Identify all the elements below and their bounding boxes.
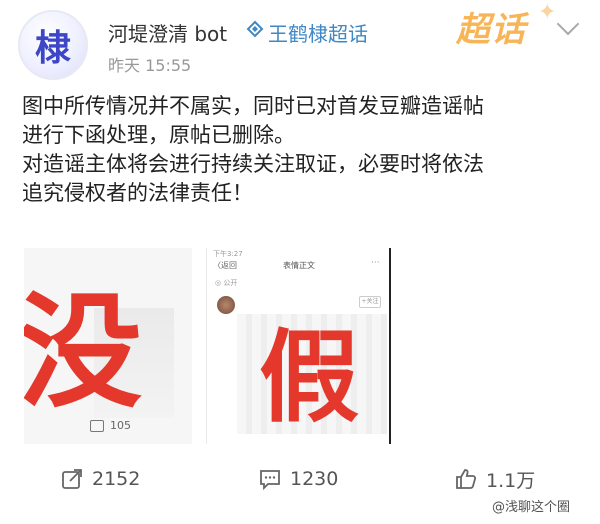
avatar: [217, 296, 235, 314]
divider: [389, 248, 391, 444]
image-comment-count: 105: [110, 419, 131, 432]
comment-count: 1230: [290, 468, 339, 490]
back-label: 〈返回: [213, 261, 237, 270]
post-timestamp: 昨天 15:55: [108, 56, 192, 75]
comment-icon: [90, 420, 104, 432]
status-bar: 下午3:27: [213, 250, 243, 258]
follow-label: +关注: [359, 296, 381, 308]
stamp-text: 没: [24, 281, 143, 425]
supertopic-link[interactable]: 王鹤棣超话: [268, 18, 368, 47]
user-name[interactable]: 河堤澄清 bot: [108, 18, 227, 47]
avatar-initial: 棣: [34, 27, 71, 69]
action-bar: 2152 1230 1.1万: [0, 460, 600, 498]
supertopic-badge[interactable]: 超话: [456, 2, 526, 51]
post-content: 图中所传情况并不属实，同时已对首发豆瓣造谣帖 进行下函处理，原帖已删除。 对造谣…: [22, 92, 582, 208]
share-icon: [62, 469, 82, 489]
like-button[interactable]: 1.1万: [454, 466, 535, 492]
post-image-left[interactable]: 没 105: [24, 248, 192, 444]
privacy-label: ◎ 公开: [215, 279, 238, 287]
like-count: 1.1万: [486, 469, 536, 492]
stamp-text: 假: [259, 319, 359, 436]
share-button[interactable]: 2152: [60, 466, 140, 492]
post-line: 图中所传情况并不属实，同时已对首发豆瓣造谣帖: [22, 94, 484, 118]
comment-icon: [260, 470, 280, 491]
post-image-right[interactable]: 下午3:27 〈返回 表情正文 ··· ◎ 公开 +关注 假: [206, 248, 391, 444]
post-line: 对造谣主体将会进行持续关注取证，必要时将依法: [22, 152, 484, 176]
share-count: 2152: [92, 468, 141, 490]
screenshot-title: 表情正文: [283, 261, 315, 270]
chevron-down-icon[interactable]: [556, 12, 580, 36]
sparkle-icon: ✦: [538, 0, 557, 25]
avatar[interactable]: 棣: [18, 10, 88, 80]
thumbs-up-icon: [456, 469, 477, 489]
post-line: 追究侵权者的法律责任！: [22, 181, 253, 205]
post-line: 进行下函处理，原帖已删除。: [22, 123, 295, 147]
supertopic-diamond-icon: [246, 20, 264, 38]
watermark: @浅聊这个圈: [492, 500, 571, 515]
comment-button[interactable]: 1230: [258, 466, 338, 492]
more-icon: ···: [371, 258, 380, 268]
